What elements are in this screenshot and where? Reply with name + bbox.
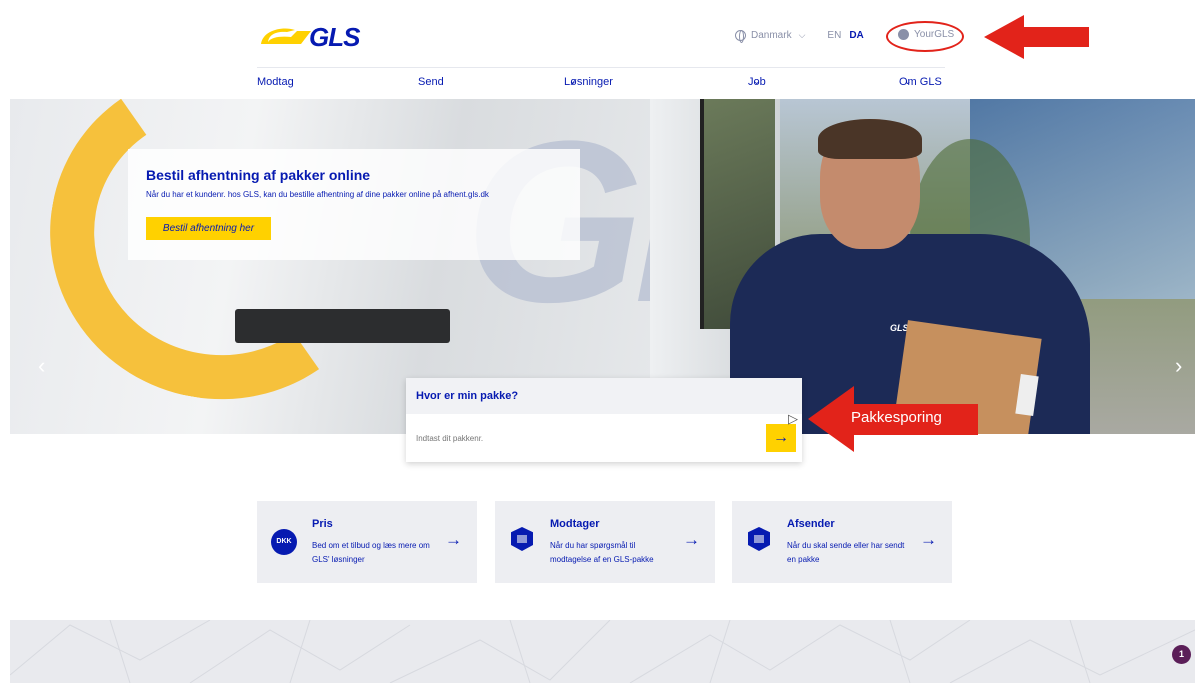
card-text: Når du har spørgsmål til modtagelse af e… [550, 541, 654, 564]
card-modtager[interactable]: Modtager Når du har spørgsmål til modtag… [495, 501, 715, 583]
promo-text: Når du har et kundenr. hos GLS, kan du b… [146, 190, 489, 199]
country-selector[interactable]: Danmark ⌵ [735, 30, 806, 43]
chevron-down-icon: ⌄ [753, 76, 761, 86]
map-pattern-graphic [10, 620, 1195, 683]
arrow-right-icon: → [920, 530, 937, 549]
arrow-right-icon: → [773, 429, 789, 446]
card-pris[interactable]: DKK Pris Bed om et tilbud og læs mere om… [257, 501, 477, 583]
card-title: Pris [312, 518, 333, 530]
tracking-submit-button[interactable]: → [766, 424, 796, 452]
mouse-cursor-icon: ▷ [788, 411, 798, 426]
logo-swoosh-icon [261, 28, 311, 44]
language-da[interactable]: DA [849, 30, 863, 41]
globe-icon [735, 30, 746, 43]
promo-panel: Bestil afhentning af pakker online Når d… [128, 149, 580, 260]
card-text: Bed om et tilbud og læs mere om GLS' løs… [312, 541, 430, 564]
header-divider [257, 67, 945, 68]
promo-title: Bestil afhentning af pakker online [146, 167, 371, 183]
arrow-right-icon: → [445, 530, 462, 549]
dkk-icon: DKK [271, 529, 297, 555]
van-door-handle [235, 309, 450, 343]
card-title: Afsender [787, 518, 835, 530]
chevron-down-icon: ⌄ [569, 76, 577, 86]
chevron-down-icon: ⌵ [798, 30, 806, 40]
chevron-down-icon: ⌄ [904, 76, 912, 86]
annotation-arrow-icon [984, 15, 1089, 59]
card-afsender[interactable]: Afsender Når du skal sende eller har sen… [732, 501, 952, 583]
package-icon [511, 527, 533, 551]
annotation-circle [886, 21, 964, 52]
map-pattern-band [10, 620, 1195, 683]
package-send-icon [748, 527, 770, 551]
header-utility: Danmark ⌵ EN DA [735, 30, 864, 43]
card-text: Når du skal sende eller har sendt en pak… [787, 541, 905, 564]
language-en[interactable]: EN [827, 30, 841, 41]
tracking-input[interactable] [416, 428, 756, 448]
main-nav: Modtag Send Løsninger ⌄ Job ⌄ Om GLS ⌄ [257, 76, 952, 94]
nav-label: Modtag [257, 76, 294, 88]
notification-badge[interactable]: 1 [1172, 645, 1191, 664]
gls-logo[interactable]: GLS [257, 22, 360, 52]
nav-label: Send [418, 76, 444, 88]
courier-hair [818, 119, 922, 159]
page: GLS Danmark ⌵ EN DA YourGLS Modtag Send … [0, 0, 1195, 683]
tracking-header: Hvor er min pakke? [406, 378, 802, 414]
card-title: Modtager [550, 518, 600, 530]
country-label: Danmark [751, 30, 792, 41]
chevron-left-icon[interactable]: ‹ [38, 355, 45, 377]
tracking-title: Hvor er min pakke? [416, 390, 519, 402]
tracking-widget: Hvor er min pakke? → [406, 378, 802, 462]
arrow-right-icon: → [683, 530, 700, 549]
chevron-right-icon[interactable]: › [1175, 355, 1182, 377]
order-pickup-button[interactable]: Bestil afhentning her [146, 217, 271, 240]
pakkesporing-annotation: Pakkesporing [841, 404, 978, 435]
logo-text: GLS [309, 22, 360, 52]
language-switcher: EN DA [827, 30, 863, 41]
